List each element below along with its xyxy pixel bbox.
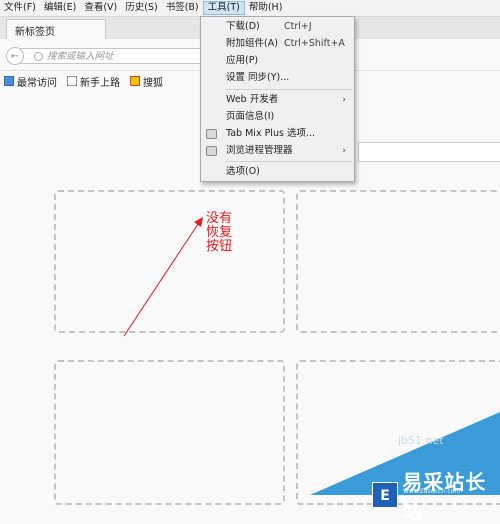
page-icon bbox=[67, 76, 77, 86]
menu-item-label: 浏览进程管理器 bbox=[226, 145, 293, 156]
bookmark-most-visited[interactable]: 最常访问 bbox=[4, 74, 57, 89]
menu-item-label: 选项(O) bbox=[226, 166, 260, 177]
menu-item-process-manager[interactable]: 浏览进程管理器 › bbox=[201, 143, 354, 159]
url-input[interactable] bbox=[47, 50, 207, 62]
page-search-box[interactable] bbox=[358, 142, 500, 162]
menu-item-web-developer[interactable]: Web 开发者 › bbox=[201, 92, 354, 108]
annotation-line: 按钮 bbox=[206, 239, 233, 254]
bookmark-label: 最常访问 bbox=[17, 77, 57, 89]
menu-item-label: 页面信息(I) bbox=[226, 111, 275, 122]
menu-item-tab-mix-plus[interactable]: Tab Mix Plus 选项... bbox=[201, 126, 354, 142]
menu-file[interactable]: 文件(F) bbox=[0, 1, 40, 15]
sohu-icon bbox=[130, 76, 140, 86]
logo-text: 易采站长站 bbox=[402, 470, 487, 523]
bookmark-getting-started[interactable]: 新手上路 bbox=[67, 74, 120, 89]
logo-subtext: Www.EasckCn.com bbox=[403, 488, 461, 495]
menu-bar: 文件(F) 编辑(E) 查看(V) 历史(S) 书签(B) 工具(T) 帮助(H… bbox=[0, 0, 500, 17]
process-manager-icon bbox=[206, 146, 217, 156]
new-tab-tile[interactable] bbox=[296, 190, 500, 333]
menu-tools[interactable]: 工具(T) bbox=[202, 1, 245, 15]
annotation-line: 没有 bbox=[206, 211, 233, 226]
logo-char: E bbox=[380, 488, 390, 504]
menu-item-label: 下载(D) bbox=[226, 21, 260, 32]
menu-bookmarks[interactable]: 书签(B) bbox=[162, 1, 203, 15]
menu-item-shortcut: Ctrl+J bbox=[284, 21, 312, 32]
menu-separator bbox=[225, 89, 352, 90]
bookmark-label: 新手上路 bbox=[80, 77, 120, 89]
menu-history[interactable]: 历史(S) bbox=[121, 1, 161, 15]
menu-separator bbox=[225, 161, 352, 162]
new-tab-tile[interactable] bbox=[54, 190, 285, 333]
tools-menu: 下载(D) Ctrl+J 附加组件(A) Ctrl+Shift+A 应用(P) … bbox=[200, 16, 355, 182]
menu-item-downloads[interactable]: 下载(D) Ctrl+J bbox=[201, 19, 354, 35]
chevron-right-icon: › bbox=[342, 95, 346, 105]
menu-view[interactable]: 查看(V) bbox=[80, 1, 121, 15]
bookmark-label: 搜狐 bbox=[143, 77, 163, 89]
logo-mark-icon: E bbox=[376, 486, 395, 504]
tab-mix-plus-icon bbox=[206, 129, 217, 139]
menu-item-label: Tab Mix Plus 选项... bbox=[226, 128, 315, 139]
menu-item-page-info[interactable]: 页面信息(I) bbox=[201, 109, 354, 125]
back-button[interactable]: ← bbox=[6, 47, 24, 65]
back-arrow-icon: ← bbox=[10, 50, 20, 62]
logo-icon: E bbox=[372, 482, 399, 508]
menu-item-label: 应用(P) bbox=[226, 55, 259, 66]
globe-icon bbox=[34, 51, 43, 61]
watermark-faint-text: jb51.net bbox=[398, 434, 444, 447]
annotation-text: 没有 恢复 按钮 bbox=[206, 212, 236, 254]
menu-item-apps[interactable]: 应用(P) bbox=[201, 53, 354, 69]
menu-item-sync-settings[interactable]: 设置 同步(Y)... bbox=[201, 70, 354, 86]
menu-item-addons[interactable]: 附加组件(A) Ctrl+Shift+A bbox=[201, 36, 354, 52]
site-logo: E 易采站长站 bbox=[372, 466, 500, 524]
menu-item-label: 附加组件(A) bbox=[226, 38, 278, 49]
bookmark-sohu[interactable]: 搜狐 bbox=[130, 74, 163, 89]
menu-item-options[interactable]: 选项(O) bbox=[201, 164, 354, 180]
chevron-right-icon: › bbox=[342, 146, 346, 156]
url-bar[interactable] bbox=[20, 48, 210, 64]
most-visited-icon bbox=[4, 76, 14, 86]
menu-item-shortcut: Ctrl+Shift+A bbox=[284, 38, 345, 49]
menu-item-label: Web 开发者 bbox=[226, 94, 279, 105]
new-tab-tile[interactable] bbox=[54, 360, 285, 505]
annotation-line: 恢复 bbox=[206, 225, 233, 240]
menu-item-label: 设置 同步(Y)... bbox=[226, 72, 290, 83]
menu-help[interactable]: 帮助(H) bbox=[245, 1, 287, 15]
menu-edit[interactable]: 编辑(E) bbox=[40, 1, 80, 15]
tab-new-tab[interactable]: 新标签页 bbox=[6, 19, 106, 39]
